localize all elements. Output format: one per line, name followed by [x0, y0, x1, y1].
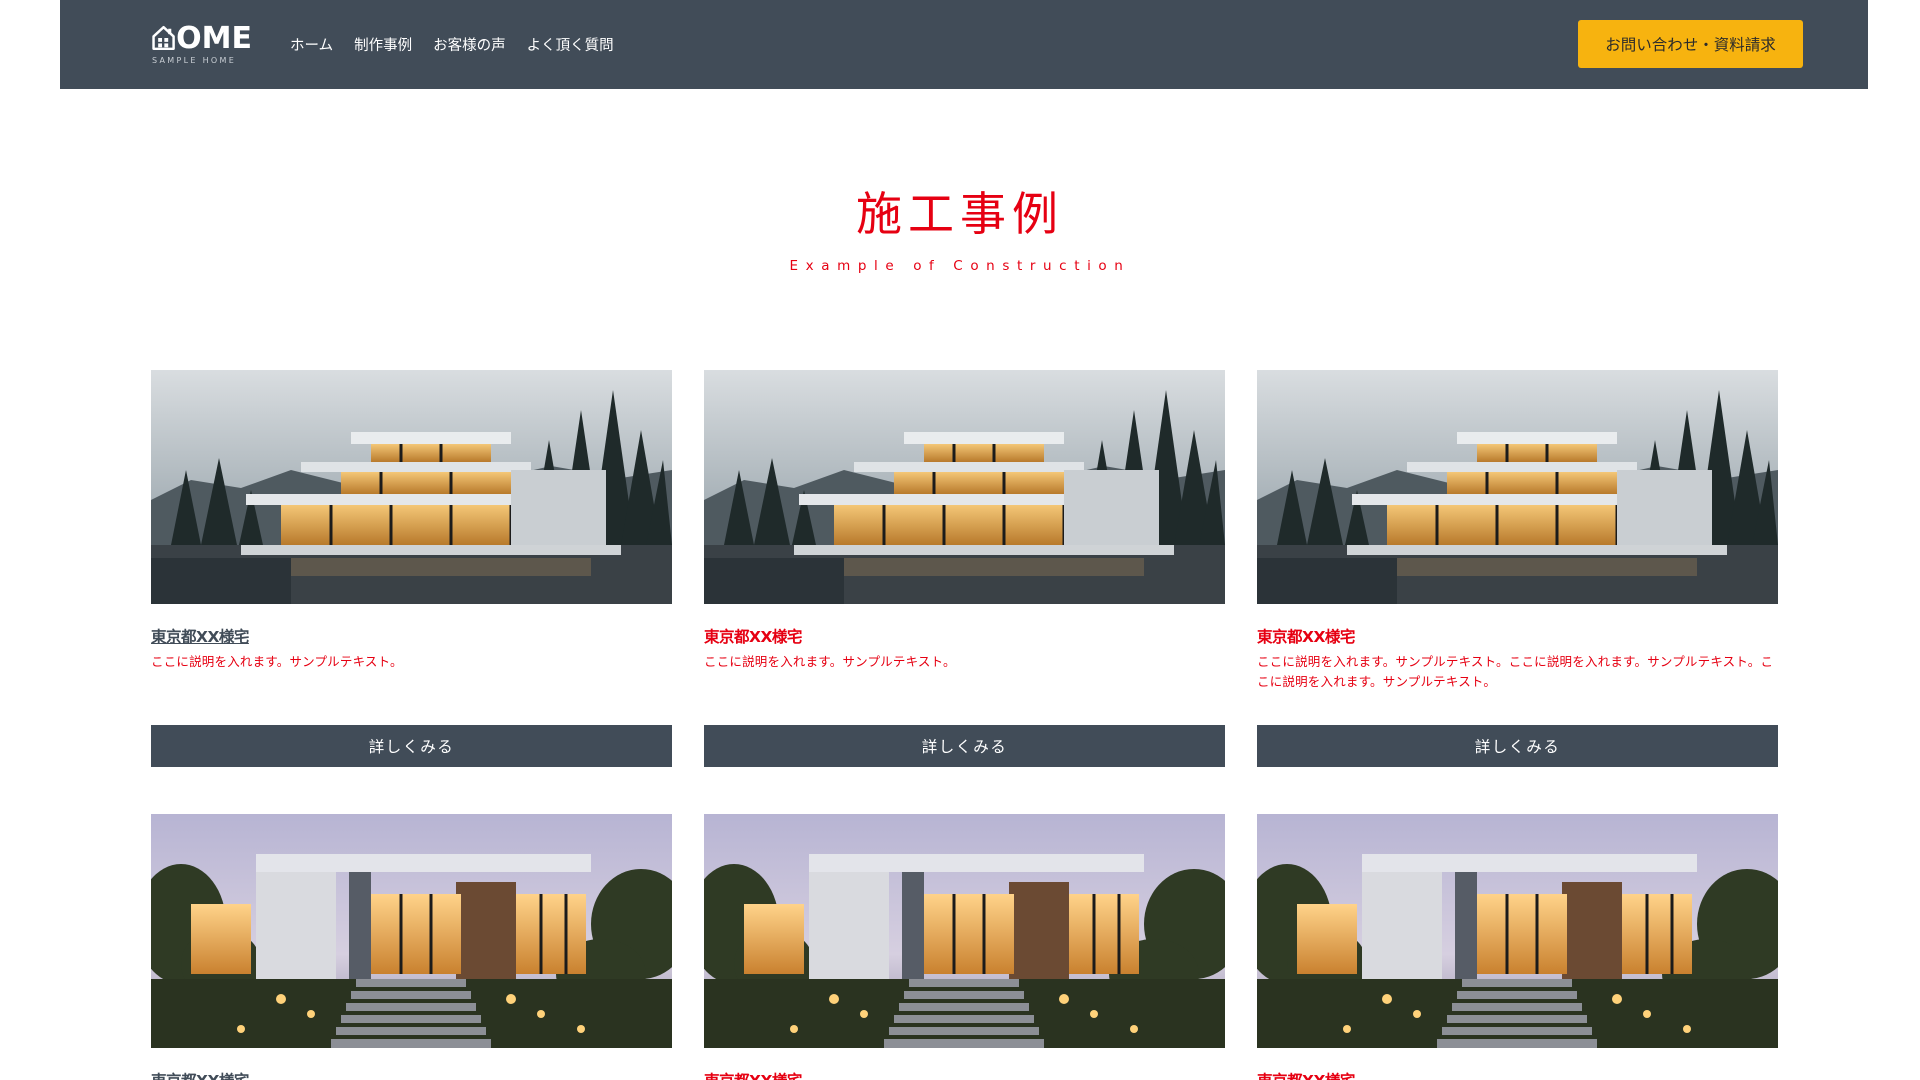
case-photo[interactable] [704, 814, 1225, 1048]
details-button[interactable]: 詳しくみる [704, 725, 1225, 767]
nav-item-voices[interactable]: お客様の声 [433, 34, 506, 55]
case-title[interactable]: 東京都XX様宅 [151, 1072, 672, 1080]
house-icon [152, 25, 175, 51]
case-photo[interactable] [704, 370, 1225, 604]
nav-item-works[interactable]: 制作事例 [354, 34, 412, 55]
case-title[interactable]: 東京都XX様宅 [1257, 628, 1778, 646]
case-title[interactable]: 東京都XX様宅 [151, 628, 672, 646]
section-subtitle: Example of Construction [789, 258, 1131, 274]
case-title[interactable]: 東京都XX様宅 [704, 628, 1225, 646]
case-photo[interactable] [1257, 814, 1778, 1048]
case-card: 東京都XX様宅 ここに説明を入れます。サンプルテキスト。 詳しくみる [704, 370, 1225, 770]
case-photo[interactable] [151, 814, 672, 1048]
section-title: 施工事例 [856, 187, 1064, 241]
site-header: OME SAMPLE HOME ホーム 制作事例 お客様の声 よく頂く質問 お問… [60, 0, 1868, 89]
case-title[interactable]: 東京都XX様宅 [704, 1072, 1225, 1080]
nav-item-faq[interactable]: よく頂く質問 [527, 34, 614, 55]
case-card: 東京都XX様宅 [704, 814, 1225, 1080]
contact-button[interactable]: お問い合わせ・資料請求 [1578, 20, 1803, 68]
case-title[interactable]: 東京都XX様宅 [1257, 1072, 1778, 1080]
main-nav: ホーム 制作事例 お客様の声 よく頂く質問 [290, 0, 614, 89]
logo-text: OME [176, 21, 252, 56]
case-photo[interactable] [151, 370, 672, 604]
case-description: ここに説明を入れます。サンプルテキスト。 [704, 654, 956, 669]
case-card: 東京都XX様宅 [151, 814, 672, 1080]
details-button[interactable]: 詳しくみる [1257, 725, 1778, 767]
details-button[interactable]: 詳しくみる [151, 725, 672, 767]
case-card: 東京都XX様宅 [1257, 814, 1778, 1080]
case-description: ここに説明を入れます。サンプルテキスト。 [151, 654, 403, 669]
nav-item-home[interactable]: ホーム [290, 34, 333, 55]
case-card: 東京都XX様宅 ここに説明を入れます。サンプルテキスト。 詳しくみる [151, 370, 672, 770]
case-card: 東京都XX様宅 ここに説明を入れます。サンプルテキスト。ここに説明を入れます。サ… [1257, 370, 1778, 770]
case-photo[interactable] [1257, 370, 1778, 604]
site-logo[interactable]: OME SAMPLE HOME [152, 20, 252, 68]
case-description: ここに説明を入れます。サンプルテキスト。ここに説明を入れます。サンプルテキスト。… [1257, 654, 1774, 689]
logo-subtext: SAMPLE HOME [152, 56, 237, 65]
